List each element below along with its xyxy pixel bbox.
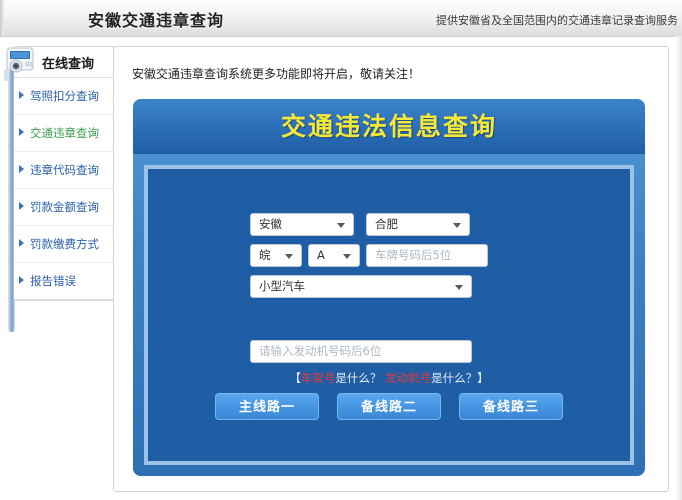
city-select-value: 合肥 xyxy=(375,217,398,231)
plate-letter-value: A xyxy=(317,248,325,262)
notice-text: 安徽交通违章查询系统更多功能即将开启，敬请关注！ xyxy=(132,65,420,82)
bullet-arrow-icon xyxy=(19,276,24,284)
sidebar-item-traffic-violation[interactable]: 交通违章查询 xyxy=(14,115,113,152)
help-text-2: 是什么？ xyxy=(431,371,477,385)
line-2-button[interactable]: 备线路二 xyxy=(337,393,441,420)
help-bracket-close: 】 xyxy=(477,371,489,385)
sidebar-item-label: 交通违章查询 xyxy=(30,126,99,140)
province-select[interactable]: 安徽 xyxy=(250,213,354,236)
engine-number-placeholder: 请输入发动机号码后6位 xyxy=(259,344,381,358)
vin-help-link[interactable]: 车架号 xyxy=(301,371,336,385)
bullet-arrow-icon xyxy=(19,239,24,247)
chevron-down-icon xyxy=(343,254,351,259)
help-bracket-open: 【 xyxy=(289,371,301,385)
bullet-arrow-icon xyxy=(19,128,24,136)
sidebar-item-label: 罚款金额查询 xyxy=(30,200,99,214)
help-text-1: 是什么？ xyxy=(335,371,381,385)
engine-number-input[interactable]: 请输入发动机号码后6位 xyxy=(250,340,472,363)
plate-number-placeholder: 车牌号码后5位 xyxy=(375,248,451,262)
car-type-select[interactable]: 小型汽车 xyxy=(250,275,472,298)
main-content-panel: 安徽交通违章查询系统更多功能即将开启，敬请关注！ 交通违法信息查询 安徽 xyxy=(113,46,669,492)
sidebar-item-fine-amount[interactable]: 罚款金额查询 xyxy=(14,189,113,226)
sidebar-item-label: 驾照扣分查询 xyxy=(30,89,99,103)
chevron-down-icon xyxy=(337,223,345,228)
plate-prefix-select[interactable]: 皖 xyxy=(250,244,302,267)
sidebar-header: 在线查询 xyxy=(14,47,113,78)
query-card-header: 交通违法信息查询 xyxy=(133,99,645,155)
camera-monitor-icon xyxy=(2,45,42,81)
query-form-frame: 安徽 合肥 皖 xyxy=(144,165,634,465)
sidebar-item-label: 违章代码查询 xyxy=(30,163,99,177)
sidebar-item-label: 罚款缴费方式 xyxy=(30,237,99,251)
line-1-button[interactable]: 主线路一 xyxy=(215,393,319,420)
query-card: 交通违法信息查询 安徽 合肥 xyxy=(133,99,645,476)
bullet-arrow-icon xyxy=(19,165,24,173)
car-type-value: 小型汽车 xyxy=(259,279,305,293)
bullet-arrow-icon xyxy=(19,202,24,210)
page-root: 安徽交通违章查询 提供安徽省及全国范围内的交通违章记录查询服务 在线查询 xyxy=(0,0,682,500)
page-right-edge xyxy=(675,36,682,500)
plate-prefix-value: 皖 xyxy=(259,248,271,262)
chevron-down-icon xyxy=(455,285,463,290)
sidebar-item-label: 报告错误 xyxy=(30,274,76,288)
header-left-edge xyxy=(0,0,4,36)
site-header: 安徽交通违章查询 提供安徽省及全国范围内的交通违章记录查询服务 xyxy=(0,0,682,37)
sidebar-heading: 在线查询 xyxy=(42,53,94,72)
sidebar-item-payment-method[interactable]: 罚款缴费方式 xyxy=(14,226,113,263)
engine-help-link[interactable]: 发动机号 xyxy=(385,371,431,385)
line-buttons-row: 主线路一备线路二备线路三 xyxy=(148,393,630,420)
query-card-title: 交通违法信息查询 xyxy=(133,99,645,154)
sidebar-item-license-points[interactable]: 驾照扣分查询 xyxy=(14,78,113,115)
city-select[interactable]: 合肥 xyxy=(366,213,470,236)
help-links-line: 【车架号是什么？ 发动机号是什么？】 xyxy=(148,370,630,386)
province-select-value: 安徽 xyxy=(259,217,282,231)
page-title: 安徽交通违章查询 xyxy=(88,7,224,31)
line-3-button[interactable]: 备线路三 xyxy=(459,393,563,420)
query-form: 安徽 合肥 皖 xyxy=(148,169,630,461)
sidebar: 在线查询 驾照扣分查询 交通违章查询 违章代码查询 罚款金额查询 罚款缴费方式 xyxy=(14,46,114,301)
site-tagline: 提供安徽省及全国范围内的交通违章记录查询服务 xyxy=(436,12,678,28)
bullet-arrow-icon xyxy=(19,91,24,99)
chevron-down-icon xyxy=(285,254,293,259)
chevron-down-icon xyxy=(453,223,461,228)
plate-letter-select[interactable]: A xyxy=(308,244,360,267)
sidebar-item-violation-code[interactable]: 违章代码查询 xyxy=(14,152,113,189)
sidebar-item-report-error[interactable]: 报告错误 xyxy=(14,263,113,300)
plate-number-input[interactable]: 车牌号码后5位 xyxy=(366,244,488,267)
query-card-body: 安徽 合肥 皖 xyxy=(133,154,645,476)
sidebar-menu: 驾照扣分查询 交通违章查询 违章代码查询 罚款金额查询 罚款缴费方式 报告错误 xyxy=(14,78,113,300)
